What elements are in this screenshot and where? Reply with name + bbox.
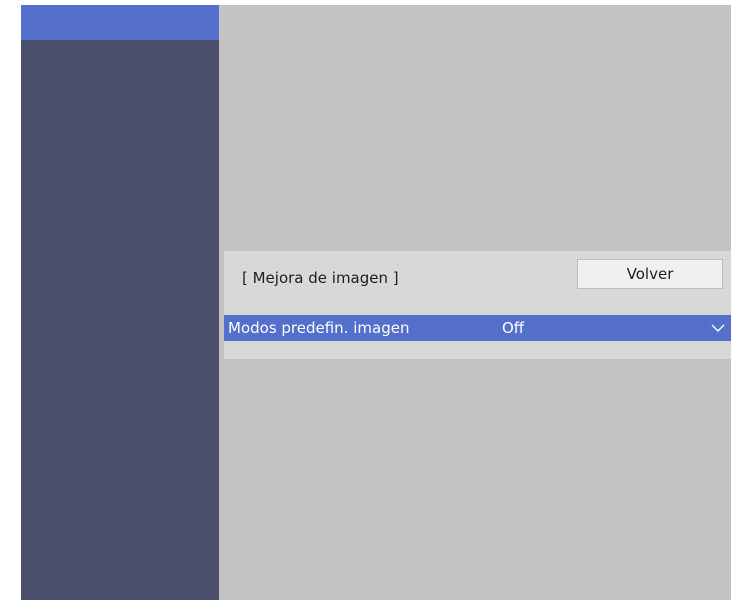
row-label: Modos predefin. imagen — [228, 319, 410, 337]
back-button[interactable]: Volver — [577, 259, 723, 289]
image-enhancement-panel: [ Mejora de imagen ] Volver Modos predef… — [224, 251, 731, 359]
row-value: Off — [502, 319, 525, 337]
panel-title: [ Mejora de imagen ] — [242, 269, 399, 287]
sidebar — [21, 5, 219, 600]
projector-menu-screen: [ Mejora de imagen ] Volver Modos predef… — [21, 5, 731, 600]
sidebar-item-selected[interactable] — [21, 5, 219, 40]
chevron-down-icon[interactable] — [711, 321, 725, 335]
preset-image-modes-row[interactable]: Modos predefin. imagen Off — [224, 315, 731, 341]
